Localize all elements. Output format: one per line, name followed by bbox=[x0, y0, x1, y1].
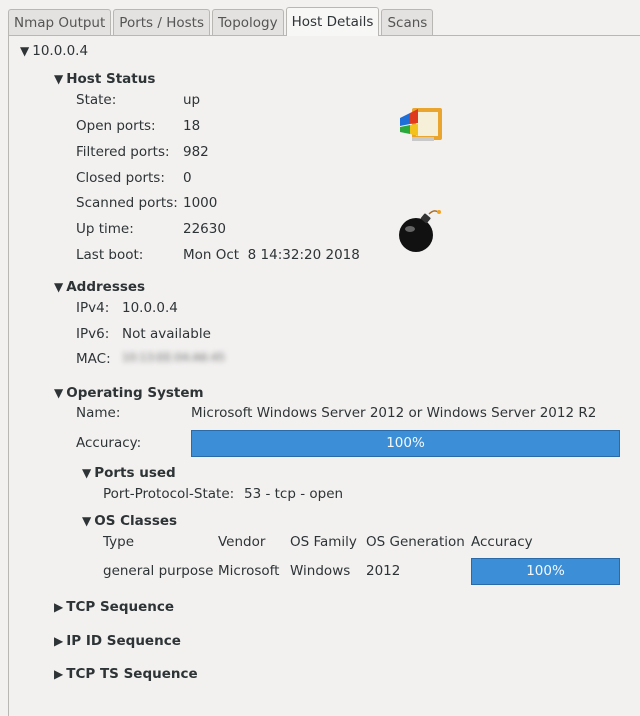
tcp-ts-sequence-title: TCP TS Sequence bbox=[66, 666, 198, 682]
last-boot-label: Last boot: bbox=[76, 247, 144, 263]
state-label: State: bbox=[76, 92, 117, 108]
ipv4-value: 10.0.0.4 bbox=[122, 300, 178, 316]
os-classes-header-family: OS Family bbox=[290, 534, 357, 550]
os-class-family: Windows bbox=[290, 563, 351, 579]
collapsed-triangle-icon: ▶ bbox=[54, 600, 64, 614]
ipv4-label: IPv4: bbox=[76, 300, 110, 316]
os-accuracy-value: 100% bbox=[386, 435, 425, 451]
state-value: up bbox=[183, 92, 201, 108]
scanned-ports-label: Scanned ports: bbox=[76, 195, 178, 211]
tab-topology[interactable]: Topology bbox=[211, 9, 284, 35]
addresses-expander[interactable]: ▼ Addresses bbox=[54, 279, 145, 295]
open-ports-label: Open ports: bbox=[76, 118, 156, 134]
expanded-triangle-icon: ▼ bbox=[54, 386, 64, 400]
os-class-type: general purpose bbox=[103, 563, 214, 579]
os-class-accuracy-value: 100% bbox=[526, 563, 565, 579]
os-class-generation: 2012 bbox=[366, 563, 401, 579]
expanded-triangle-icon: ▼ bbox=[82, 466, 92, 480]
up-time-value: 22630 bbox=[183, 221, 226, 237]
ipv6-label: IPv6: bbox=[76, 326, 110, 342]
os-classes-header-accuracy: Accuracy bbox=[471, 534, 533, 550]
operating-system-title: Operating System bbox=[66, 385, 204, 401]
expanded-triangle-icon: ▼ bbox=[20, 44, 30, 58]
up-time-label: Up time: bbox=[76, 221, 134, 237]
os-classes-expander[interactable]: ▼ OS Classes bbox=[82, 513, 177, 529]
tcp-sequence-expander[interactable]: ▶ TCP Sequence bbox=[54, 599, 174, 615]
scanned-ports-value: 1000 bbox=[183, 195, 218, 211]
host-address: 10.0.0.4 bbox=[32, 43, 89, 59]
expanded-triangle-icon: ▼ bbox=[82, 514, 92, 528]
tab-host-details[interactable]: Host Details bbox=[285, 7, 380, 36]
filtered-ports-value: 982 bbox=[183, 144, 209, 160]
ports-used-title: Ports used bbox=[94, 465, 176, 481]
ports-used-expander[interactable]: ▼ Ports used bbox=[82, 465, 176, 481]
expanded-triangle-icon: ▼ bbox=[54, 72, 64, 86]
notebook-tabs: Nmap Output Ports / Hosts Topology Host … bbox=[8, 7, 435, 36]
mac-value: 10:13:EE:04:A6:45 bbox=[122, 351, 225, 364]
tcp-sequence-title: TCP Sequence bbox=[66, 599, 175, 615]
tab-ports-hosts[interactable]: Ports / Hosts bbox=[113, 9, 210, 35]
windows-os-icon bbox=[400, 108, 442, 141]
ip-id-sequence-expander[interactable]: ▶ IP ID Sequence bbox=[54, 633, 181, 649]
os-classes-header-vendor: Vendor bbox=[218, 534, 266, 550]
ipv6-value: Not available bbox=[122, 326, 211, 342]
port-protocol-state-value: 53 - tcp - open bbox=[244, 486, 344, 502]
tab-nmap-output[interactable]: Nmap Output bbox=[8, 9, 112, 35]
expanded-triangle-icon: ▼ bbox=[54, 280, 64, 294]
collapsed-triangle-icon: ▶ bbox=[54, 667, 64, 681]
addresses-title: Addresses bbox=[66, 279, 146, 295]
tcp-ts-sequence-expander[interactable]: ▶ TCP TS Sequence bbox=[54, 666, 198, 682]
os-accuracy-bar: 100% bbox=[191, 430, 620, 457]
bomb-icon bbox=[399, 210, 441, 252]
closed-ports-label: Closed ports: bbox=[76, 170, 165, 186]
os-name-value: Microsoft Windows Server 2012 or Windows… bbox=[191, 405, 597, 421]
host-status-expander[interactable]: ▼ Host Status bbox=[54, 71, 155, 87]
ip-id-sequence-title: IP ID Sequence bbox=[66, 633, 181, 649]
os-classes-header-generation: OS Generation bbox=[366, 534, 465, 550]
mac-label: MAC: bbox=[76, 351, 111, 367]
os-accuracy-label: Accuracy: bbox=[76, 435, 142, 451]
os-classes-title: OS Classes bbox=[94, 513, 178, 529]
port-protocol-state-label: Port-Protocol-State: bbox=[103, 486, 235, 502]
host-expander[interactable]: ▼ 10.0.0.4 bbox=[20, 43, 88, 59]
filtered-ports-label: Filtered ports: bbox=[76, 144, 170, 160]
operating-system-expander[interactable]: ▼ Operating System bbox=[54, 385, 204, 401]
os-class-accuracy-bar: 100% bbox=[471, 558, 620, 585]
host-status-title: Host Status bbox=[66, 71, 156, 87]
last-boot-value: Mon Oct 8 14:32:20 2018 bbox=[183, 247, 360, 263]
tab-scans[interactable]: Scans bbox=[381, 9, 434, 35]
os-class-vendor: Microsoft bbox=[218, 563, 280, 579]
os-classes-header-type: Type bbox=[103, 534, 135, 550]
closed-ports-value: 0 bbox=[183, 170, 192, 186]
os-name-label: Name: bbox=[76, 405, 121, 421]
open-ports-value: 18 bbox=[183, 118, 201, 134]
collapsed-triangle-icon: ▶ bbox=[54, 634, 64, 648]
